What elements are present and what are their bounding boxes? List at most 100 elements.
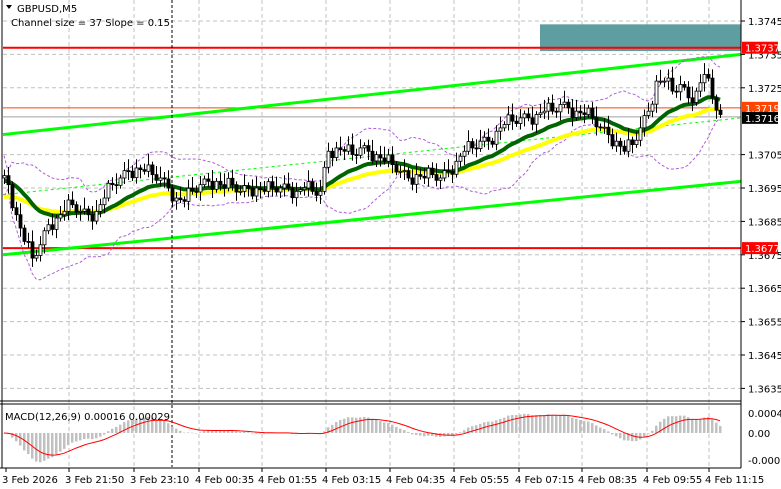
- candle-bear: [710, 77, 715, 99]
- macd-histogram-bar: [123, 422, 126, 433]
- macd-histogram-bar: [707, 417, 710, 433]
- macd-histogram-bar: [351, 417, 354, 433]
- candle-bear: [86, 208, 91, 216]
- macd-histogram-bar: [543, 415, 546, 433]
- macd-histogram-bar: [595, 425, 598, 433]
- candle-bull: [42, 230, 47, 246]
- candle-bull: [698, 82, 703, 92]
- symbol-title: GBPUSD,M5: [17, 4, 77, 15]
- macd-axis-label: -0.00054: [748, 456, 781, 467]
- macd-histogram-bar: [459, 432, 462, 433]
- candle-bear: [262, 189, 267, 192]
- candle-bear: [674, 90, 679, 93]
- macd-histogram-bar: [495, 420, 498, 433]
- candle-bull: [298, 189, 303, 192]
- candle-bull: [494, 130, 499, 145]
- candle-bear: [470, 141, 475, 149]
- macd-histogram-bar: [603, 429, 606, 433]
- candle-bull: [302, 187, 307, 191]
- macd-histogram-bar: [75, 433, 78, 442]
- macd-histogram-bar: [611, 433, 614, 435]
- time-label: 4 Feb 08:35: [578, 475, 637, 486]
- candle-bull: [502, 124, 507, 129]
- candle-bull: [66, 199, 71, 212]
- macd-histogram-bar: [411, 433, 414, 435]
- candle-bear: [246, 185, 251, 189]
- macd-histogram-bar: [631, 433, 634, 442]
- candle-bull: [702, 74, 707, 84]
- macd-histogram-bar: [363, 416, 366, 433]
- price-tick-label: 1.3695: [748, 184, 781, 195]
- candle-bull: [226, 177, 231, 189]
- macd-histogram-bar: [683, 415, 686, 433]
- macd-histogram-bar: [531, 415, 534, 433]
- macd-histogram-bar: [395, 426, 398, 433]
- macd-histogram-bar: [87, 433, 90, 439]
- candle-bull: [650, 103, 655, 112]
- candle-bear: [30, 241, 35, 259]
- candle-bear: [338, 147, 343, 150]
- macd-histogram-bar: [379, 421, 382, 433]
- candle-bear: [22, 227, 27, 242]
- candle-bear: [606, 126, 611, 135]
- time-label: 4 Feb 04:35: [386, 475, 445, 486]
- candle-bear: [342, 149, 347, 152]
- candle-bear: [514, 120, 519, 124]
- candle-bull: [334, 147, 339, 159]
- candle-bull: [498, 127, 503, 132]
- candle-bull: [122, 170, 127, 179]
- macd-histogram-bar: [555, 415, 558, 433]
- candle-bear: [70, 199, 75, 206]
- macd-histogram-bar: [591, 423, 594, 433]
- macd-histogram-bar: [111, 428, 114, 433]
- candle-bull: [414, 174, 419, 185]
- candle-bear: [370, 150, 375, 162]
- collapse-triangle-icon[interactable]: [6, 5, 12, 9]
- candle-bull: [562, 101, 567, 105]
- candle-bull: [506, 114, 511, 125]
- candle-bear: [618, 140, 623, 147]
- candle-bull: [438, 177, 443, 181]
- candle-bear: [434, 174, 439, 181]
- candle-bull: [574, 110, 579, 118]
- macd-histogram-bar: [587, 421, 590, 433]
- candle-bull: [602, 126, 607, 129]
- time-label: 4 Feb 03:15: [322, 475, 381, 486]
- candle-bear: [270, 181, 275, 189]
- candle-bear: [406, 170, 411, 179]
- candle-bull: [98, 204, 103, 212]
- candle-bull: [466, 141, 471, 152]
- candle-bull: [462, 150, 467, 157]
- price-tick-label: 1.3665: [748, 284, 781, 295]
- macd-histogram-bar: [455, 433, 458, 435]
- candle-bear: [382, 157, 387, 162]
- macd-histogram-bar: [43, 433, 46, 461]
- macd-histogram-bar: [415, 433, 418, 435]
- macd-histogram-bar: [259, 433, 262, 434]
- candle-bull: [146, 164, 151, 172]
- macd-histogram-bar: [255, 433, 258, 434]
- candle-bull: [658, 80, 663, 83]
- macd-histogram-bar: [563, 415, 566, 433]
- channel-info: Channel size = 37 Slope = 0.15: [11, 18, 170, 29]
- candle-bear: [6, 175, 11, 186]
- macd-histogram-bar: [503, 417, 506, 433]
- candle-bear: [446, 170, 451, 173]
- macd-histogram-bar: [599, 427, 602, 433]
- macd-histogram-bar: [715, 422, 718, 433]
- macd-histogram-bar: [699, 418, 702, 433]
- candle-bear: [594, 117, 599, 128]
- candle-bull: [118, 177, 123, 186]
- macd-histogram-bar: [171, 426, 174, 433]
- macd-histogram-bar: [427, 433, 430, 436]
- candle-bull: [546, 102, 551, 112]
- macd-histogram-bar: [99, 433, 102, 437]
- moving-averages: [3, 95, 721, 218]
- macd-histogram-bar: [663, 418, 666, 433]
- candle-bull: [374, 154, 379, 162]
- candle-bear: [286, 183, 291, 189]
- candle-bear: [114, 184, 119, 187]
- candle-bear: [718, 109, 723, 115]
- candle-bear: [714, 97, 719, 111]
- candle-bull: [134, 167, 139, 179]
